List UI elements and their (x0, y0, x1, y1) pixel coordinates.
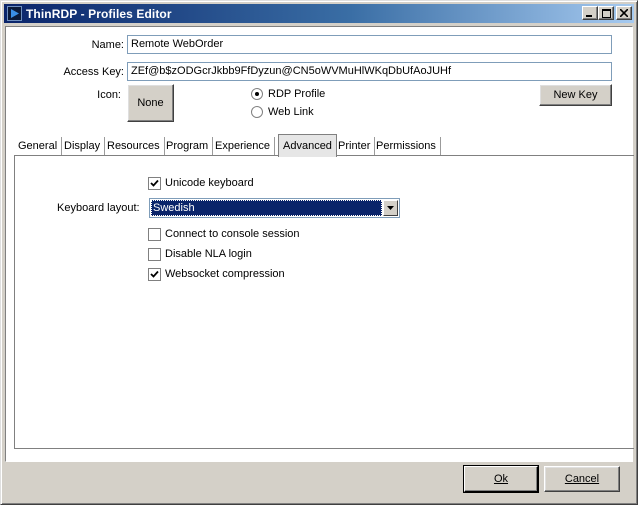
profiles-editor-window: ThinRDP - Profiles Editor Name: Remote W… (0, 0, 638, 505)
tab-strip: General Display Resources Program Experi… (14, 134, 634, 157)
tab-experience[interactable]: Experience (211, 137, 276, 155)
unicode-keyboard-checkbox[interactable] (148, 177, 161, 190)
checkmark-icon (150, 179, 159, 187)
disable-nla-label: Disable NLA login (165, 248, 252, 260)
tab-printer[interactable]: Printer (334, 137, 376, 155)
minimize-icon (586, 15, 592, 17)
close-button[interactable] (616, 6, 632, 20)
maximize-icon (601, 8, 611, 18)
client-area: Name: Remote WebOrder Access Key: ZEf@b$… (5, 26, 634, 462)
ok-button[interactable]: Ok (464, 466, 538, 492)
keyboard-layout-value: Swedish (151, 200, 382, 216)
connect-console-label: Connect to console session (165, 228, 300, 240)
web-link-label: Web Link (268, 106, 314, 118)
tab-resources[interactable]: Resources (103, 137, 165, 155)
cancel-label: Cancel (564, 473, 600, 485)
minimize-button[interactable] (582, 6, 598, 20)
access-key-input[interactable]: ZEf@b$zODGcrJkbb9FfDyzun@CN5oWVMuHlWKqDb… (127, 62, 612, 81)
websocket-compression-checkbox[interactable] (148, 268, 161, 281)
keyboard-layout-label: Keyboard layout: (57, 202, 140, 214)
close-icon (620, 9, 628, 17)
rdp-profile-radio[interactable] (251, 88, 263, 100)
cancel-button[interactable]: Cancel (544, 466, 620, 492)
chevron-down-icon (387, 206, 394, 210)
access-key-label: Access Key: (63, 66, 124, 78)
websocket-compression-label: Websocket compression (165, 268, 285, 280)
tab-permissions[interactable]: Permissions (372, 137, 441, 155)
app-icon (7, 6, 22, 21)
rdp-profile-label: RDP Profile (268, 88, 326, 100)
icon-picker-button[interactable]: None (127, 84, 174, 122)
web-link-radio[interactable] (251, 106, 263, 118)
maximize-button[interactable] (598, 6, 614, 20)
unicode-keyboard-label: Unicode keyboard (165, 177, 254, 189)
title-bar[interactable]: ThinRDP - Profiles Editor (4, 4, 634, 23)
name-label: Name: (91, 39, 124, 51)
dropdown-button[interactable] (383, 200, 398, 216)
checkmark-icon (150, 270, 159, 278)
disable-nla-checkbox[interactable] (148, 248, 161, 261)
ok-label: Ok (493, 473, 509, 485)
name-input[interactable]: Remote WebOrder (127, 35, 612, 54)
tab-general[interactable]: General (14, 137, 63, 155)
keyboard-layout-select[interactable]: Swedish (149, 198, 400, 218)
tab-advanced[interactable]: Advanced (278, 134, 337, 157)
new-key-button[interactable]: New Key (539, 84, 612, 106)
connect-console-checkbox[interactable] (148, 228, 161, 241)
tab-display[interactable]: Display (60, 137, 106, 155)
tab-program[interactable]: Program (162, 137, 214, 155)
icon-label: Icon: (97, 89, 121, 101)
window-title: ThinRDP - Profiles Editor (26, 7, 172, 21)
